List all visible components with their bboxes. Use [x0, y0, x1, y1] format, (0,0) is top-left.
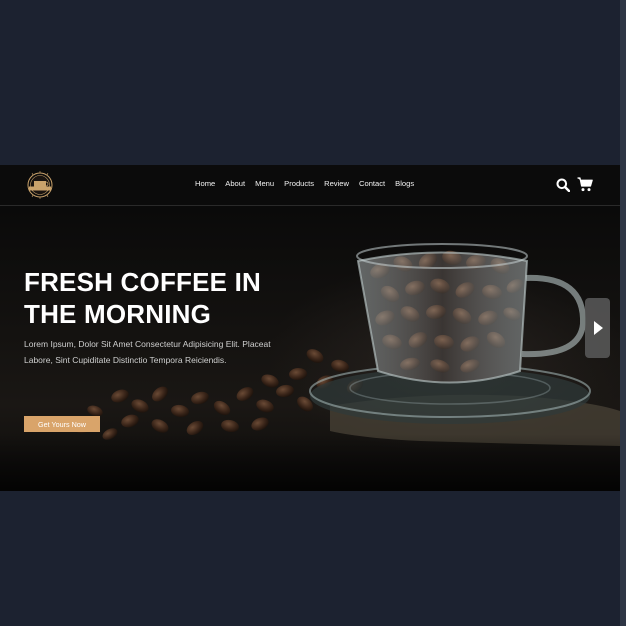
hero-section: FRESH COFFEE IN THE MORNING Lorem Ipsum,… [0, 206, 620, 491]
website-frame: Home About Menu Products Review Contact … [0, 165, 620, 491]
brand-logo[interactable] [23, 170, 57, 200]
hero-description: Lorem Ipsum, Dolor Sit Amet Consectetur … [24, 339, 271, 365]
nav-review[interactable]: Review [324, 179, 349, 188]
nav-blogs[interactable]: Blogs [395, 179, 414, 188]
slider-next-button[interactable] [585, 298, 610, 358]
cart-icon[interactable] [577, 177, 593, 192]
main-nav: Home About Menu Products Review Contact … [195, 179, 424, 188]
hero-title: FRESH COFFEE IN THE MORNING [24, 267, 262, 329]
search-icon[interactable] [556, 178, 571, 193]
chevron-right-icon [593, 321, 603, 335]
nav-menu[interactable]: Menu [255, 179, 274, 188]
site-header: Home About Menu Products Review Contact … [0, 165, 620, 206]
nav-contact[interactable]: Contact [359, 179, 385, 188]
logo-emblem [27, 171, 53, 199]
nav-home[interactable]: Home [195, 179, 215, 188]
page-scrollbar[interactable] [620, 0, 626, 626]
scrollbar-thumb[interactable] [620, 0, 626, 626]
nav-about[interactable]: About [225, 179, 245, 188]
nav-products[interactable]: Products [284, 179, 314, 188]
get-yours-now-button[interactable]: Get Yours Now [24, 416, 100, 432]
